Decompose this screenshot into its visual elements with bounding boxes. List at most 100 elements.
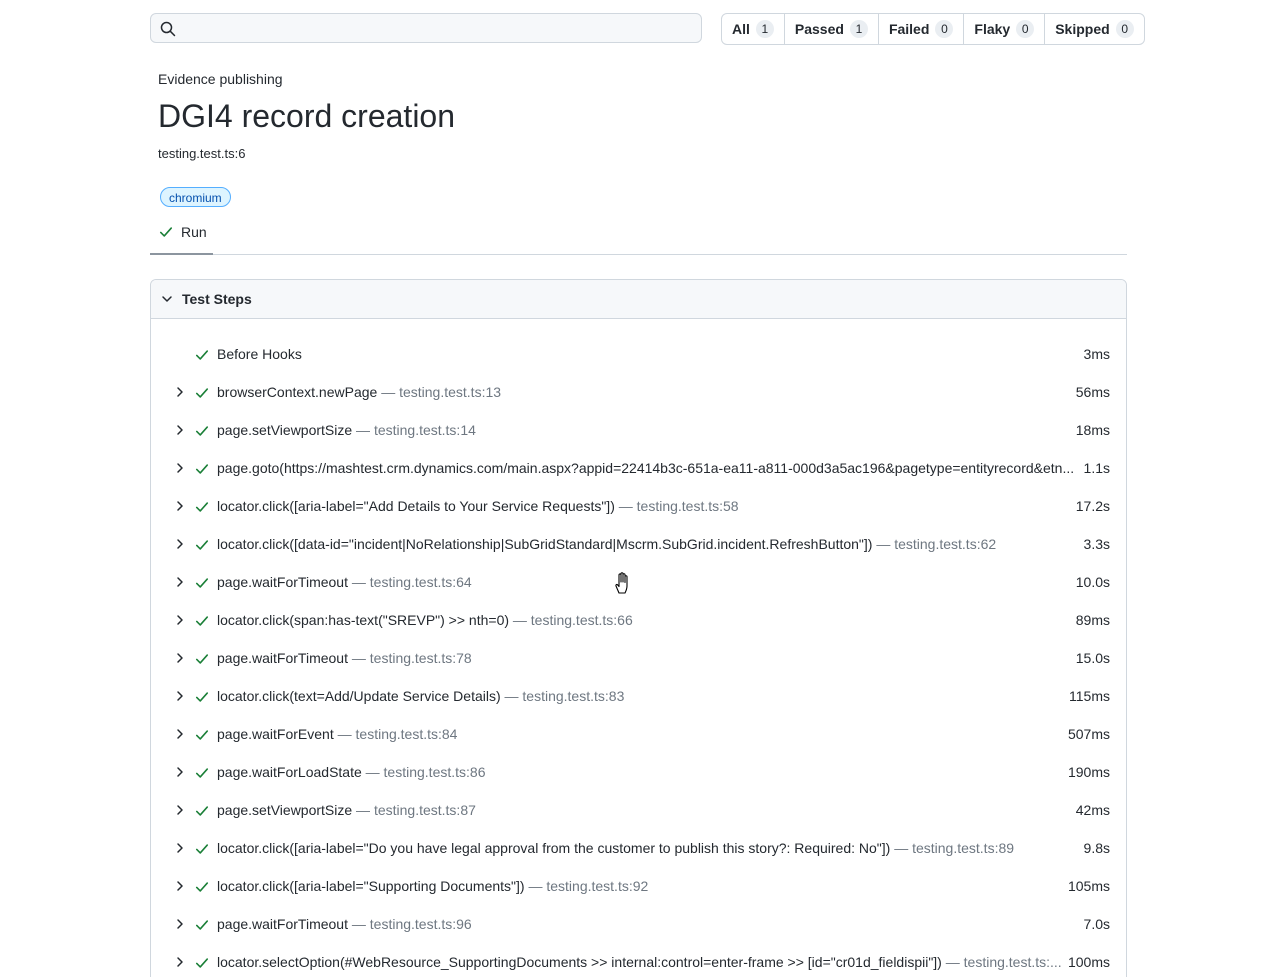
- check-icon: [195, 350, 209, 360]
- step-row[interactable]: browserContext.newPage — testing.test.ts…: [151, 374, 1126, 412]
- hand-cursor-icon: [615, 572, 628, 594]
- chevron-right-icon[interactable]: [175, 918, 185, 930]
- step-text: locator.click(span:has-text("SREVP") >> …: [217, 612, 1079, 628]
- step-row[interactable]: locator.selectOption(#WebResource_Suppor…: [151, 944, 1126, 977]
- chevron-right-icon[interactable]: [175, 804, 185, 816]
- step-text: locator.click([aria-label="Do you have l…: [217, 840, 1079, 856]
- chevron-right-icon[interactable]: [175, 956, 185, 968]
- chevron-right-icon[interactable]: [175, 538, 185, 550]
- step-row[interactable]: page.waitForTimeout — testing.test.ts:96…: [151, 906, 1126, 944]
- tab-run[interactable]: Run: [150, 216, 213, 255]
- chevron-right-icon[interactable]: [175, 766, 185, 778]
- filter-label: Passed: [794, 21, 844, 37]
- step-text: browserContext.newPage — testing.test.ts…: [217, 384, 1079, 400]
- step-row[interactable]: page.setViewportSize — testing.test.ts:1…: [151, 412, 1126, 450]
- check-icon: [195, 654, 209, 664]
- check-icon: [195, 730, 209, 740]
- step-title: locator.click([data-id="incident|NoRelat…: [217, 536, 873, 552]
- step-duration: 18ms: [1075, 422, 1110, 438]
- search-input[interactable]: [183, 17, 697, 41]
- step-row[interactable]: page.waitForTimeout — testing.test.ts:64…: [151, 564, 1126, 602]
- step-duration: 115ms: [1069, 688, 1110, 704]
- step-title: locator.click(text=Add/Update Service De…: [217, 688, 501, 704]
- check-icon: [195, 426, 209, 436]
- chevron-right-icon[interactable]: [175, 690, 185, 702]
- filter-flaky[interactable]: Flaky 0: [964, 14, 1046, 44]
- step-text: locator.click([aria-label="Add Details t…: [217, 498, 1079, 514]
- search-icon: [160, 21, 176, 37]
- step-location: — testing.test.ts:78: [347, 650, 472, 666]
- chevron-right-icon[interactable]: [175, 462, 185, 474]
- filter-count: 1: [755, 20, 774, 38]
- test-steps-panel: Test Steps Before Hooks 3ms browserContext…: [150, 279, 1127, 977]
- project-tag[interactable]: chromium: [160, 187, 231, 207]
- check-icon: [195, 540, 209, 550]
- chevron-right-icon[interactable]: [175, 386, 185, 398]
- step-title: page.waitForTimeout: [217, 916, 348, 932]
- check-icon: [195, 844, 209, 854]
- step-duration: 507ms: [1067, 726, 1110, 742]
- step-title: page.waitForLoadState: [217, 764, 362, 780]
- step-text: page.waitForTimeout — testing.test.ts:96: [217, 916, 1079, 932]
- step-row[interactable]: locator.click(text=Add/Update Service De…: [151, 678, 1126, 716]
- step-row[interactable]: locator.click([aria-label="Do you have l…: [151, 830, 1126, 868]
- filter-count: 1: [849, 20, 868, 38]
- step-row[interactable]: page.waitForTimeout — testing.test.ts:78…: [151, 640, 1126, 678]
- filter-all[interactable]: All 1: [722, 14, 785, 44]
- step-title: locator.click([aria-label="Add Details t…: [217, 498, 615, 514]
- step-location: — testing.test.ts:64: [347, 574, 472, 590]
- step-location: — testing.test.ts:87: [352, 802, 476, 818]
- filter-failed[interactable]: Failed 0: [879, 14, 965, 44]
- chevron-right-icon[interactable]: [175, 424, 185, 436]
- step-title: page.waitForTimeout: [217, 574, 348, 590]
- check-icon: [195, 464, 209, 474]
- step-title: Before Hooks: [217, 346, 302, 362]
- step-title: page.setViewportSize: [217, 422, 353, 438]
- chevron-right-icon[interactable]: [175, 880, 185, 892]
- step-location: — testing.test.ts:83: [500, 688, 625, 704]
- step-location: — testing.test.ts:66: [509, 612, 633, 628]
- step-duration: 42ms: [1075, 802, 1110, 818]
- chevron-right-icon[interactable]: [175, 842, 185, 854]
- step-row[interactable]: locator.click([data-id="incident|NoRelat…: [151, 526, 1126, 564]
- filter-skipped[interactable]: Skipped 0: [1045, 14, 1143, 44]
- step-title: locator.click([aria-label="Supporting Do…: [217, 878, 525, 894]
- step-duration: 100ms: [1067, 954, 1110, 970]
- filter-passed[interactable]: Passed 1: [785, 14, 879, 44]
- step-title: page.goto(https://mashtest.crm.dynamics.…: [217, 460, 1075, 476]
- filter-label: Failed: [888, 21, 930, 37]
- chevron-right-icon[interactable]: [175, 614, 185, 626]
- chevron-right-icon[interactable]: [175, 652, 185, 664]
- step-row[interactable]: page.setViewportSize — testing.test.ts:8…: [151, 792, 1126, 830]
- step-duration: 7.0s: [1083, 916, 1110, 932]
- step-duration: 15.0s: [1075, 650, 1110, 666]
- test-steps-header[interactable]: Test Steps: [151, 280, 1126, 319]
- step-title: page.waitForTimeout: [217, 650, 348, 666]
- chevron-right-icon[interactable]: [175, 500, 185, 512]
- step-text: page.goto(https://mashtest.crm.dynamics.…: [217, 460, 1079, 476]
- step-text: page.waitForTimeout — testing.test.ts:78: [217, 650, 1079, 666]
- step-row[interactable]: locator.click(span:has-text("SREVP") >> …: [151, 602, 1126, 640]
- step-location: — testing.test.ts:86: [361, 764, 486, 780]
- step-text: page.waitForLoadState — testing.test.ts:…: [217, 764, 1079, 780]
- step-row[interactable]: page.waitForEvent — testing.test.ts:84 50…: [151, 716, 1126, 754]
- step-row[interactable]: locator.click([aria-label="Supporting Do…: [151, 868, 1126, 906]
- step-location: — testing.test.ts:62: [872, 536, 997, 552]
- step-duration: 10.0s: [1075, 574, 1110, 590]
- step-row[interactable]: page.waitForLoadState — testing.test.ts:…: [151, 754, 1126, 792]
- step-row[interactable]: locator.click([aria-label="Add Details t…: [151, 488, 1126, 526]
- chevron-right-icon[interactable]: [175, 728, 185, 740]
- chevron-down-icon: [162, 296, 172, 302]
- step-duration: 56ms: [1075, 384, 1110, 400]
- step-row[interactable]: page.goto(https://mashtest.crm.dynamics.…: [151, 450, 1126, 488]
- search-box[interactable]: [150, 13, 702, 43]
- step-text: page.setViewportSize — testing.test.ts:1…: [217, 422, 1079, 438]
- step-duration: 9.8s: [1083, 840, 1110, 856]
- check-icon: [195, 958, 209, 968]
- chevron-right-icon[interactable]: [175, 576, 185, 588]
- step-location: — testing.test.ts:89: [890, 840, 1015, 856]
- step-location: — testing.test.ts:92: [524, 878, 649, 894]
- step-row[interactable]: Before Hooks 3ms: [151, 336, 1126, 374]
- filter-label: Flaky: [974, 21, 1011, 37]
- tab-label: Run: [181, 224, 207, 240]
